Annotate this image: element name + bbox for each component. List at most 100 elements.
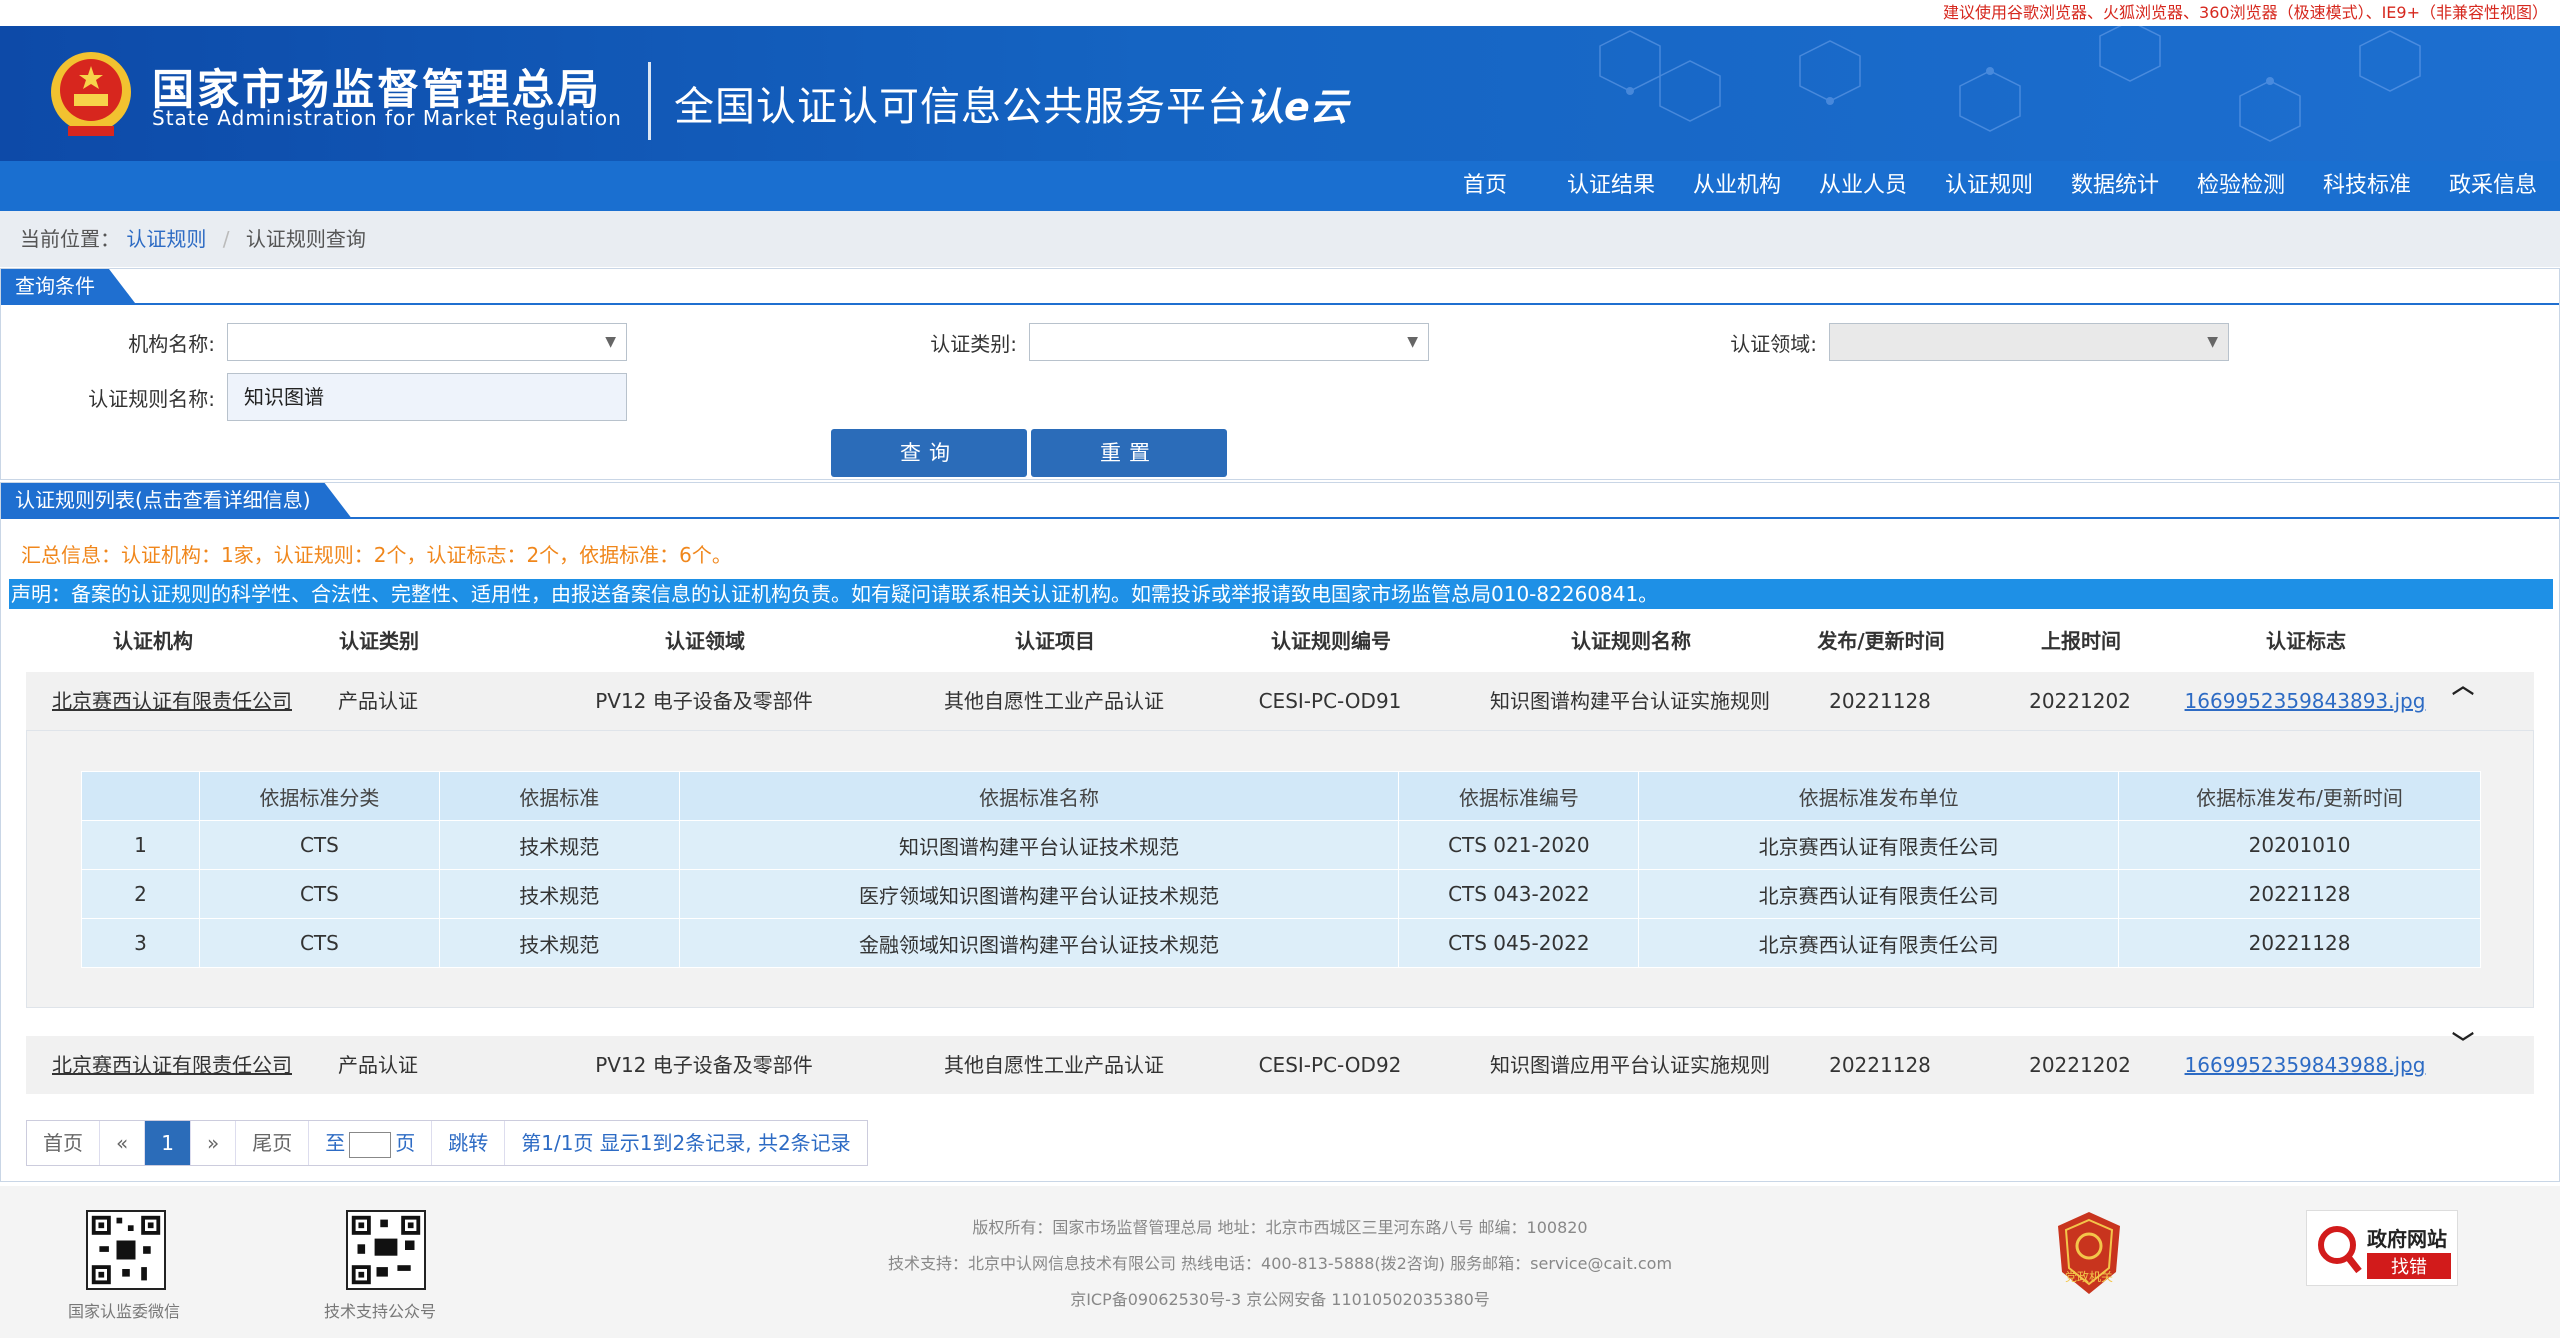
nav-item-results[interactable]: 认证结果 xyxy=(1548,161,1674,211)
nav-item-procurement[interactable]: 政采信息 xyxy=(2430,161,2556,211)
rule-name-input[interactable]: 知识图谱 xyxy=(227,373,627,421)
col-project: 认证项目 xyxy=(1015,629,1095,653)
category-select[interactable]: ▼ xyxy=(1029,323,1429,361)
reset-button[interactable]: 重置 xyxy=(1031,429,1227,477)
pager-page-current[interactable]: 1 xyxy=(145,1121,191,1165)
std-col-date: 依据标准发布/更新时间 xyxy=(2118,771,2481,821)
rule-name-row: 认证规则名称: 知识图谱 xyxy=(1,373,627,421)
pager-goto-input[interactable] xyxy=(349,1131,392,1158)
std-class: CTS xyxy=(198,918,440,968)
std-col-name: 依据标准名称 xyxy=(678,771,1400,821)
row-category: 产品认证 xyxy=(338,1053,418,1077)
pagination: 首页 « 1 » 尾页 至 页 跳转 第1/1页 显示1到2条记录, 共2条记录 xyxy=(26,1120,868,1166)
pager-prev[interactable]: « xyxy=(100,1121,146,1165)
std-col-class: 依据标准分类 xyxy=(198,771,440,821)
row-field: PV12 电子设备及零部件 xyxy=(595,1053,813,1077)
nav-item-rules[interactable]: 认证规则 xyxy=(1926,161,2052,211)
std-col-index xyxy=(81,771,200,821)
nav-item-home[interactable]: 首页 xyxy=(1422,161,1548,211)
chevron-down-icon: ▼ xyxy=(1407,334,1418,350)
std-index: 1 xyxy=(81,820,200,870)
field-label: 认证领域: xyxy=(1730,331,1817,356)
standards-table: 依据标准分类 依据标准 依据标准名称 依据标准编号 依据标准发布单位 依据标准发… xyxy=(81,771,2481,968)
table-header: 认证机构 认证类别 认证领域 认证项目 认证规则编号 认证规则名称 发布/更新时… xyxy=(1,625,2560,665)
breadcrumb-prefix: 当前位置： xyxy=(20,227,120,251)
row-project: 其他自愿性工业产品认证 xyxy=(944,1053,1164,1077)
row-published: 20221128 xyxy=(1829,689,1931,713)
row-code: CESI-PC-OD92 xyxy=(1258,1053,1402,1077)
std-date: 20221128 xyxy=(2118,869,2481,919)
std-index: 3 xyxy=(81,918,200,968)
breadcrumb-link-rules[interactable]: 认证规则 xyxy=(126,227,206,251)
list-panel-header: 认证规则列表(点击查看详细信息) xyxy=(1,483,2559,519)
col-name: 认证规则名称 xyxy=(1571,629,1691,653)
org-title-en: State Administration for Market Regulati… xyxy=(152,106,622,130)
main-nav: 首页 认证结果 从业机构 从业人员 认证规则 数据统计 检验检测 科技标准 政采… xyxy=(0,161,2560,211)
rule-name-label: 认证规则名称: xyxy=(88,386,215,411)
hex-pattern-decoration xyxy=(1599,26,2421,142)
table-row[interactable]: 北京赛西认证有限责任公司 产品认证 PV12 电子设备及零部件 其他自愿性工业产… xyxy=(26,672,2534,730)
pager-goto-prefix: 至 xyxy=(325,1131,346,1155)
std-class: CTS xyxy=(198,869,440,919)
breadcrumb-current: 认证规则查询 xyxy=(245,227,366,251)
party-gov-label: 党政机关 xyxy=(2064,1270,2113,1284)
org-select[interactable]: ▼ xyxy=(227,323,627,361)
field-select[interactable]: ▼ xyxy=(1829,323,2229,361)
std-name: 金融领域知识图谱构建平台认证技术规范 xyxy=(678,918,1400,968)
nav-item-personnel[interactable]: 从业人员 xyxy=(1800,161,1926,211)
row-org-link[interactable]: 北京赛西认证有限责任公司 xyxy=(52,672,292,730)
row-mark-link[interactable]: 1669952359843893.jpg xyxy=(2180,672,2430,730)
pager-info: 第1/1页 显示1到2条记录, 共2条记录 xyxy=(521,1131,851,1155)
disclaimer-statement: 声明：备案的认证规则的科学性、合法性、完整性、适用性，由报送备案信息的认证机构负… xyxy=(9,579,2553,609)
pager-jump-button[interactable]: 跳转 xyxy=(432,1121,506,1165)
magnifier-icon xyxy=(2318,1226,2362,1274)
nav-item-statistics[interactable]: 数据统计 xyxy=(2052,161,2178,211)
chevron-down-icon[interactable]: ﹀ xyxy=(2452,1026,2474,1058)
category-field-row: 认证类别: ▼ xyxy=(801,323,1429,361)
row-reported: 20221202 xyxy=(2029,689,2131,713)
std-basis: 技术规范 xyxy=(438,820,680,870)
query-panel-tab: 查询条件 xyxy=(1,269,135,303)
pager-last[interactable]: 尾页 xyxy=(236,1121,310,1165)
category-label: 认证类别: xyxy=(930,331,1017,356)
col-reported: 上报时间 xyxy=(2041,629,2121,653)
national-emblem-icon xyxy=(51,52,131,136)
summary-info: 汇总信息：认证机构：1家，认证规则：2个，认证标志：2个，依据标准：6个。 xyxy=(21,543,732,567)
standards-row: 1 CTS 技术规范 知识图谱构建平台认证技术规范 CTS 021-2020 北… xyxy=(81,820,2481,870)
field-field-row: 认证领域: ▼ xyxy=(1601,323,2229,361)
chevron-down-icon: ▼ xyxy=(605,334,616,350)
pager-first[interactable]: 首页 xyxy=(27,1121,100,1165)
chevron-up-icon[interactable]: ︿ xyxy=(2452,668,2474,700)
std-col-basis: 依据标准 xyxy=(438,771,680,821)
footer-support: 技术支持：北京中认网信息技术有限公司 热线电话：400-813-5888(拨2咨… xyxy=(887,1254,1673,1273)
nav-item-testing[interactable]: 检验检测 xyxy=(2178,161,2304,211)
col-code: 认证规则编号 xyxy=(1271,629,1391,653)
std-name: 知识图谱构建平台认证技术规范 xyxy=(678,820,1400,870)
row-code: CESI-PC-OD91 xyxy=(1258,689,1402,713)
col-org: 认证机构 xyxy=(113,629,193,653)
party-gov-badge[interactable]: 党政机关 xyxy=(2054,1210,2124,1296)
chevron-down-icon: ▼ xyxy=(2207,334,2218,350)
find-error-label: 找错 xyxy=(2367,1253,2451,1279)
row-reported: 20221202 xyxy=(2029,1053,2131,1077)
std-date: 20201010 xyxy=(2118,820,2481,870)
site-header: 国家市场监督管理总局 State Administration for Mark… xyxy=(0,26,2560,161)
table-row[interactable]: 北京赛西认证有限责任公司 产品认证 PV12 电子设备及零部件 其他自愿性工业产… xyxy=(26,1032,2534,1094)
row-project: 其他自愿性工业产品认证 xyxy=(944,689,1164,713)
row-mark-link[interactable]: 1669952359843988.jpg xyxy=(2180,1036,2430,1094)
std-col-code: 依据标准编号 xyxy=(1398,771,1640,821)
nav-item-standards[interactable]: 科技标准 xyxy=(2304,161,2430,211)
std-code: CTS 045-2022 xyxy=(1398,918,1640,968)
search-button[interactable]: 查询 xyxy=(831,429,1027,477)
row-org-link[interactable]: 北京赛西认证有限责任公司 xyxy=(52,1036,292,1094)
row-name: 知识图谱构建平台认证实施规则 xyxy=(1490,689,1770,713)
pager-goto-suffix: 页 xyxy=(395,1131,416,1155)
std-basis: 技术规范 xyxy=(438,918,680,968)
gov-site-error-badge[interactable]: 政府网站 找错 xyxy=(2306,1210,2458,1286)
query-panel-header: 查询条件 xyxy=(1,269,2559,305)
nav-item-institutions[interactable]: 从业机构 xyxy=(1674,161,1800,211)
standards-row: 3 CTS 技术规范 金融领域知识图谱构建平台认证技术规范 CTS 045-20… xyxy=(81,918,2481,968)
row-field: PV12 电子设备及零部件 xyxy=(595,689,813,713)
pager-next[interactable]: » xyxy=(191,1121,237,1165)
std-code: CTS 043-2022 xyxy=(1398,869,1640,919)
